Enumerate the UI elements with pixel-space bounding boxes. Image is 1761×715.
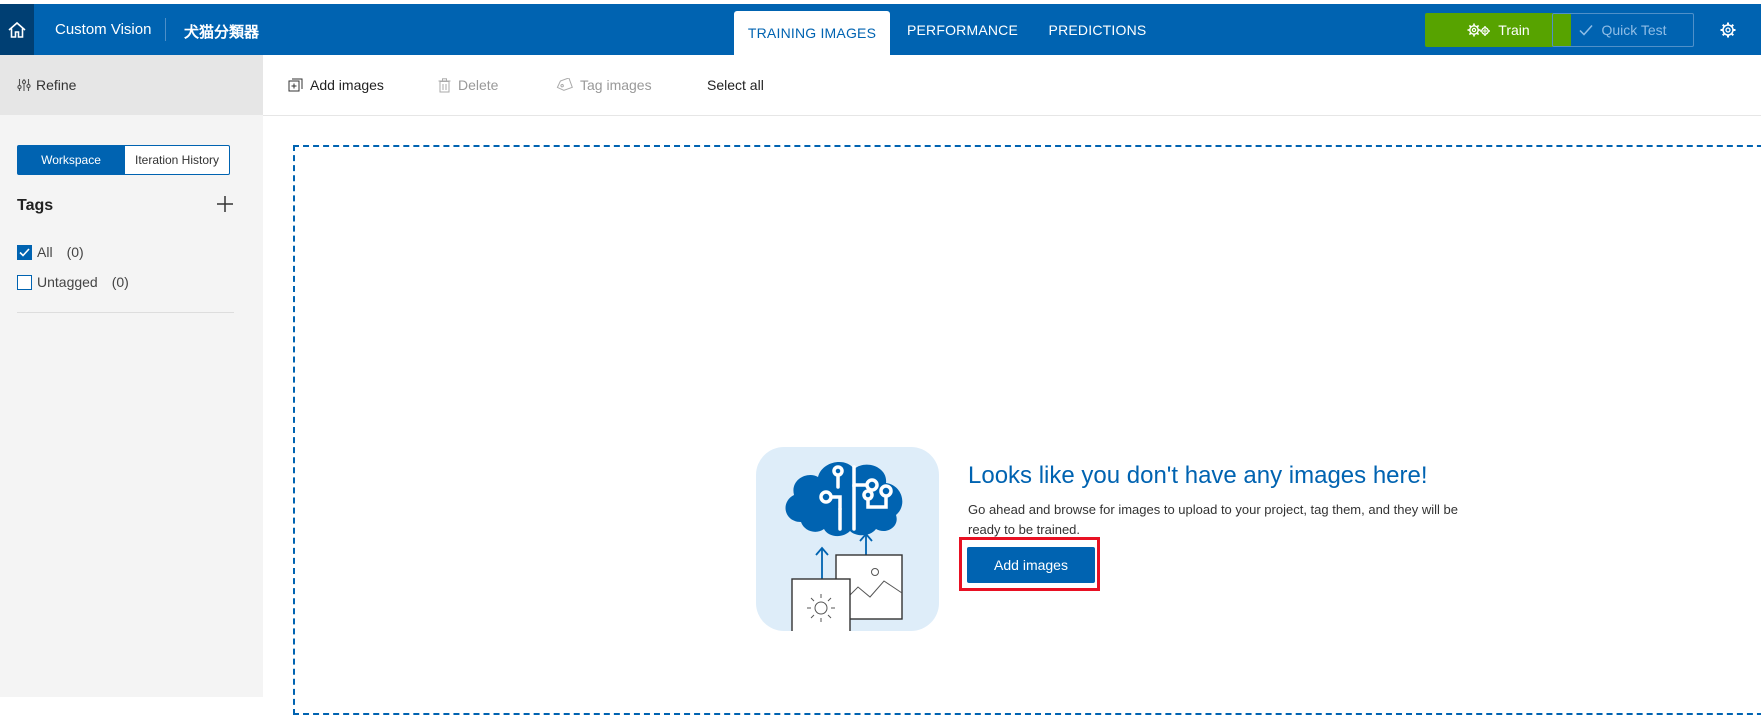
empty-state-illustration: [756, 447, 939, 631]
segment-iteration-history[interactable]: Iteration History: [125, 145, 230, 175]
tag-all-count: (0): [66, 244, 84, 260]
tag-all-checkbox[interactable]: [17, 244, 32, 260]
tab-performance[interactable]: PERFORMANCE: [900, 4, 1025, 55]
toolbar-add-images-button[interactable]: Add images: [288, 55, 384, 115]
toolbar-tag-images-label: Tag images: [580, 77, 652, 93]
toolbar-delete-label: Delete: [458, 77, 499, 93]
image-toolbar: Add images Delete Tag images Select all: [263, 55, 1761, 116]
toolbar-select-all-button[interactable]: Select all: [707, 55, 764, 115]
check-icon: [1579, 25, 1593, 36]
train-label: Train: [1498, 22, 1530, 38]
tag-untagged-label: Untagged: [37, 274, 98, 290]
toolbar-select-all-label: Select all: [707, 77, 764, 93]
view-segmented-control: Workspace Iteration History: [17, 145, 230, 175]
empty-state-description: Go ahead and browse for images to upload…: [968, 502, 1458, 537]
refine-button[interactable]: Refine: [0, 55, 263, 115]
home-button[interactable]: [0, 4, 34, 55]
gear-icon: [1720, 22, 1736, 38]
header-divider: [165, 18, 166, 41]
toolbar-add-images-label: Add images: [310, 77, 384, 93]
check-icon: [19, 247, 30, 257]
trash-icon: [438, 77, 451, 92]
sidebar: Refine Workspace Iteration History Tags …: [0, 55, 263, 697]
tags-heading: Tags: [17, 197, 54, 214]
tag-row-untagged[interactable]: Untagged (0): [17, 274, 129, 290]
train-button[interactable]: Train: [1425, 13, 1571, 47]
project-name[interactable]: 犬猫分類器: [184, 21, 259, 42]
quick-test-label: Quick Test: [1601, 22, 1667, 38]
add-images-button[interactable]: Add images: [967, 547, 1095, 583]
tab-training-images[interactable]: TRAINING IMAGES: [734, 11, 890, 55]
toolbar-tag-images-button[interactable]: Tag images: [556, 55, 652, 115]
image-drop-zone[interactable]: [293, 145, 1761, 715]
sliders-icon: [17, 78, 31, 92]
brain-upload-icon: [785, 462, 903, 631]
settings-button[interactable]: [1717, 19, 1739, 41]
gears-icon: [1467, 23, 1491, 37]
tag-all-label: All: [37, 244, 53, 260]
tab-predictions[interactable]: PREDICTIONS: [1045, 4, 1150, 55]
tag-row-all[interactable]: All (0): [17, 244, 84, 260]
plus-icon: [217, 196, 233, 212]
brand-link[interactable]: Custom Vision: [55, 21, 151, 38]
segment-workspace[interactable]: Workspace: [17, 145, 125, 175]
sidebar-divider: [17, 312, 234, 313]
add-tag-button[interactable]: [216, 195, 234, 213]
app-header: Custom Vision 犬猫分類器 TRAINING IMAGES PERF…: [0, 4, 1761, 55]
quick-test-button[interactable]: Quick Test: [1552, 13, 1694, 47]
tag-icon: [556, 78, 573, 91]
tag-untagged-count: (0): [111, 274, 129, 290]
refine-label: Refine: [36, 77, 77, 93]
empty-state-title: Looks like you don't have any images her…: [968, 462, 1428, 489]
toolbar-delete-button[interactable]: Delete: [438, 55, 498, 115]
home-icon: [8, 21, 26, 38]
add-images-icon: [288, 78, 303, 91]
tag-untagged-checkbox[interactable]: [17, 274, 32, 290]
